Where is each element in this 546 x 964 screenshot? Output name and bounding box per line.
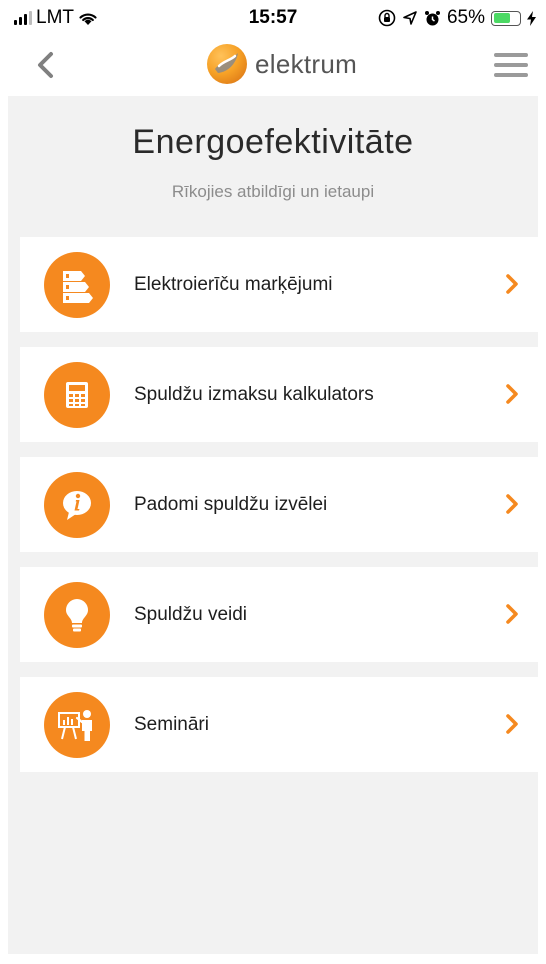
- charging-icon: [527, 10, 536, 26]
- brand-logo-text: elektrum: [255, 48, 358, 79]
- list-item-bulb-tips[interactable]: Padomi spuldžu izvēlei: [20, 457, 541, 552]
- orientation-lock-icon: [378, 9, 396, 27]
- hamburger-line: [494, 73, 528, 77]
- list-item-energy-labels[interactable]: Elektroierīču marķējumi: [20, 237, 541, 332]
- chevron-right-icon: [506, 604, 518, 624]
- menu-list: Elektroierīču marķējumi Spuldžu izmaksu …: [20, 237, 541, 787]
- page-title: Energoefektivitāte: [132, 123, 414, 161]
- hamburger-line: [494, 63, 528, 67]
- battery-icon: [491, 10, 521, 26]
- chevron-right-icon: [506, 274, 518, 294]
- list-item-label: Semināri: [134, 713, 209, 735]
- energy-label-icon: [44, 252, 110, 318]
- list-item-label: Padomi spuldžu izvēlei: [134, 493, 328, 515]
- nav-bar: elektrum: [0, 36, 546, 96]
- back-button[interactable]: [30, 48, 60, 82]
- list-item-bulb-types[interactable]: Spuldžu veidi: [20, 567, 541, 662]
- page-subtitle: Rīkojies atbildīgi un ietaupi: [171, 182, 375, 201]
- main-content: Energoefektivitāte Rīkojies atbildīgi un…: [8, 96, 541, 954]
- list-item-seminars[interactable]: Semināri: [20, 677, 541, 772]
- battery-level: [493, 13, 510, 23]
- brand-logo: elektrum: [205, 42, 357, 86]
- status-bar: LMT 15:57 65%: [0, 0, 546, 36]
- list-item-label: Spuldžu izmaksu kalkulators: [134, 383, 374, 405]
- battery-percent: 65%: [446, 7, 485, 28]
- chevron-right-icon: [506, 714, 518, 734]
- chevron-right-icon: [506, 494, 518, 514]
- app-screen: LMT 15:57 65% elektrum Energoefektivitāt…: [0, 0, 546, 964]
- list-item-label: Spuldžu veidi: [134, 603, 248, 625]
- calculator-icon: [44, 362, 110, 428]
- status-right: 65%: [378, 7, 536, 29]
- menu-button[interactable]: [494, 48, 528, 82]
- info-bubble-icon: [44, 472, 110, 538]
- elektrum-logo-icon: [207, 44, 247, 84]
- list-item-label: Elektroierīču marķējumi: [134, 273, 333, 295]
- chevron-right-icon: [506, 384, 518, 404]
- lightbulb-icon: [44, 582, 110, 648]
- chevron-left-icon: [38, 52, 53, 78]
- location-icon: [403, 11, 417, 25]
- list-item-bulb-cost-calculator[interactable]: Spuldžu izmaksu kalkulators: [20, 347, 541, 442]
- presentation-icon: [44, 692, 110, 758]
- alarm-icon: [424, 10, 440, 25]
- hamburger-menu-icon: [494, 53, 528, 57]
